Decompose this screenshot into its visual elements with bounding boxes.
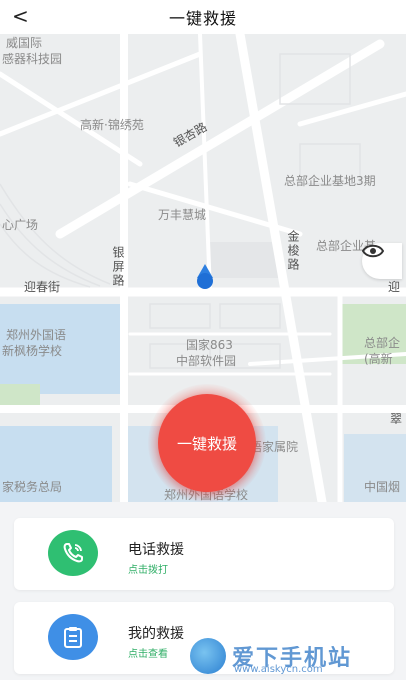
map-label: 万丰慧城 (158, 208, 207, 222)
map-label: 感器科技园 (2, 52, 63, 66)
phone-icon (48, 530, 98, 576)
map-label: (高新 (364, 352, 393, 366)
watermark: 爱下手机站 www.aiskycn.com (190, 632, 404, 680)
map-label: 郑州外国语 (6, 328, 67, 342)
eye-target-icon (362, 244, 384, 258)
location-pin-icon (197, 264, 213, 289)
map-label: 心广场 (2, 218, 39, 232)
card-subtitle: 点击查看 (128, 649, 168, 660)
map-label: 总部企 (364, 336, 401, 350)
map-label: 高新·锦绣苑 (80, 118, 144, 132)
watermark-url: www.aiskycn.com (234, 664, 323, 675)
one-key-rescue-button[interactable]: 一键救援 (158, 394, 256, 492)
map-label: 翠 (390, 412, 403, 426)
card-title: 我的救援 (128, 626, 184, 642)
map-label: 迎 (388, 280, 401, 294)
locate-button[interactable] (362, 243, 402, 279)
top-bar: < 一键救援 (0, 0, 406, 34)
map-label: 国家863 (186, 338, 233, 352)
map-label: 总部企业基地3期 (284, 174, 376, 188)
card-subtitle: 点击拨打 (128, 565, 168, 576)
chevron-left-icon[interactable]: < (12, 4, 29, 28)
watermark-logo-icon (190, 638, 226, 674)
map-label: 家税务总局 (2, 480, 63, 494)
map-label: 新枫杨学校 (2, 344, 63, 358)
map-label: 迎春街 (24, 280, 61, 294)
map-label: 威国际 (6, 36, 43, 50)
map-label: 金梭路 (286, 230, 300, 272)
card-title: 电话救援 (128, 542, 184, 558)
page-title: 一键救援 (168, 9, 237, 28)
clipboard-icon (48, 614, 98, 660)
sos-label: 一键救援 (176, 434, 237, 453)
map-label: 银屏路 (111, 246, 125, 288)
phone-rescue-card[interactable]: 电话救援 点击拨打 (14, 518, 394, 590)
map-label: 中国烟 (364, 480, 401, 494)
map-label: 中部软件园 (176, 354, 237, 368)
